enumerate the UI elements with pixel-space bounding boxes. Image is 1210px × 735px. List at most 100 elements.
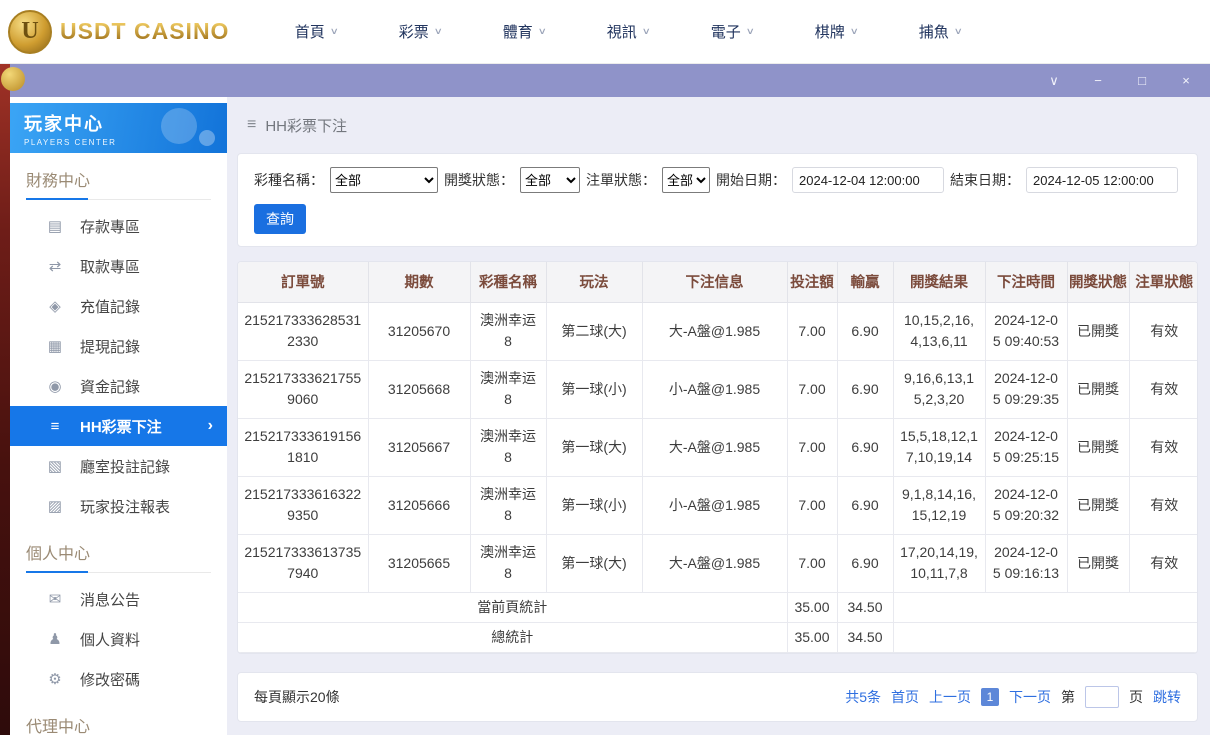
sidebar-item-funds-record[interactable]: ◉ 資金記錄 [10,366,227,406]
sidebar-item-hh-lottery-bets[interactable]: ≡ HH彩票下注 › [10,406,227,446]
draw-status-select[interactable]: 全部 [520,167,580,193]
jump-suffix-label: 页 [1129,688,1143,705]
end-date-input[interactable] [1026,167,1178,193]
table-row: 2152173336137357940 31205665 澳洲幸运8 第一球(大) 大-… [238,533,1197,593]
table-cell: 澳洲幸运8 [469,533,547,593]
sidebar-section-title: 個人中心 [26,540,211,573]
table-cell: 7.00 [786,359,838,419]
table-cell: 9,1,8,14,16,15,12,19 [892,475,986,535]
table-cell: 10,15,2,16,4,13,6,11 [892,301,986,361]
table-cell: 2024-12-05 09:40:53 [984,301,1068,361]
sidebar-header: 玩家中心 PLAYERS CENTER [10,103,227,153]
menu-icon[interactable]: ≡ [247,116,256,134]
page-jump-input[interactable] [1085,685,1119,708]
sidebar-item-change-password[interactable]: ⚙ 修改密碼 [10,659,227,699]
table-cell: 澳洲幸运8 [469,359,547,419]
sidebar-item-announcements[interactable]: ✉ 消息公告 [10,579,227,619]
table-cell: 31205668 [367,359,471,419]
table-cell: 2024-12-05 09:29:35 [984,359,1068,419]
chevron-down-icon: ∨ [745,26,755,36]
prev-page-link[interactable]: 上一页 [929,687,971,707]
players-center-subtitle: PLAYERS CENTER [24,138,117,147]
table-cell: 澳洲幸运8 [469,417,547,477]
chevron-down-icon: ∨ [849,26,859,36]
search-button[interactable]: 查詢 [254,204,306,234]
nav-item-2[interactable]: 彩票 ∨ [368,21,472,42]
nav-item-3[interactable]: 體育 ∨ [472,21,576,42]
nav-item-5[interactable]: 電子 ∨ [680,21,784,42]
window-dropdown-icon[interactable]: ∨ [1046,74,1062,87]
page: U USDT CASINO 首頁 ∨ 彩票 ∨ 體育 ∨ 視訊 ∨ 電子 ∨ 棋牌 ∨ 捕魚 ∨ ∨ − … [0,0,1210,735]
main-content: ≡ HH彩票下注 彩種名稱： 全部 開獎狀態： 全部 注單狀態： 全部 開始日期… [227,97,1210,735]
next-page-link[interactable]: 下一页 [1009,687,1051,707]
table-cell: 6.90 [836,417,894,477]
page-title: HH彩票下注 [265,117,348,135]
table-cell: 2152173336217559060 [238,359,369,419]
column-header: 投注額 [786,262,838,303]
sidebar-item-cashout-record[interactable]: ▦ 提現記錄 [10,326,227,366]
chevron-right-icon: › [207,417,213,434]
jump-prefix-label: 第 [1061,688,1075,705]
table-cell: 6.90 [836,301,894,361]
chevron-down-icon: ∨ [953,26,963,36]
table-cell: 第一球(小) [545,359,643,419]
start-date-input[interactable] [792,167,944,193]
background-logo-peek-icon [1,67,25,91]
summary-bet-total: 35.00 [786,591,838,623]
current-page-badge[interactable]: 1 [981,687,999,706]
sidebar-item-hall-bet-records[interactable]: ▧ 廳室投註記錄 [10,446,227,486]
table-cell: 2024-12-05 09:25:15 [984,417,1068,477]
column-header: 玩法 [545,262,643,303]
lottery-bets-icon: ≡ [50,417,60,435]
jump-button[interactable]: 跳转 [1153,687,1181,707]
nav-item-label: 彩票 [398,24,429,41]
nav-item-1[interactable]: 首頁 ∨ [264,21,368,42]
sidebar-sections: 財務中心 ▤ 存款專區 ⇄ 取款專區 ◈ 充值記錄 ▦ 提現記錄 ◉ 資金記錄 ≡ HH彩票下注 › ▧ 廳室… [10,167,227,735]
table-cell: 有效 [1128,301,1197,361]
sidebar-section-title: 財務中心 [26,167,211,200]
lottery-name-label: 彩種名稱： [254,172,324,188]
logo-text: USDT CASINO [60,18,230,44]
nav-item-7[interactable]: 捕魚 ∨ [888,21,992,42]
table-cell: 2152173336191561810 [238,417,369,477]
window-maximize-icon[interactable]: □ [1134,74,1150,87]
announcement-icon: ✉ [48,591,62,608]
table-cell: 有效 [1128,533,1197,593]
table-cell: 31205670 [367,301,471,361]
funds-record-icon: ◉ [48,378,62,395]
sidebar: 玩家中心 PLAYERS CENTER 財務中心 ▤ 存款專區 ⇄ 取款專區 ◈ 充值記錄 ▦… [10,97,227,735]
sidebar-item-label: 個人資料 [80,631,141,649]
table-cell: 有效 [1128,417,1197,477]
app-window: ∨ − □ × 玩家中心 PLAYERS CENTER 財務中心 ▤ 存款專區 ⇄ 取款… [10,64,1210,735]
sidebar-item-deposit[interactable]: ▤ 存款專區 [10,206,227,246]
breadcrumb: ≡ HH彩票下注 [237,97,1198,153]
nav-item-4[interactable]: 視訊 ∨ [576,21,680,42]
lottery-name-select[interactable]: 全部 [330,167,438,193]
table-cell: 已開獎 [1066,301,1130,361]
first-page-link[interactable]: 首页 [891,687,919,707]
sidebar-item-label: 充值記錄 [80,298,141,316]
nav-item-6[interactable]: 棋牌 ∨ [784,21,888,42]
sidebar-item-label: 消息公告 [80,591,141,609]
chevron-down-icon: ∨ [641,26,651,36]
sidebar-item-withdraw[interactable]: ⇄ 取款專區 [10,246,227,286]
sidebar-section-items: ▤ 存款專區 ⇄ 取款專區 ◈ 充值記錄 ▦ 提現記錄 ◉ 資金記錄 ≡ HH彩票下注 › ▧ 廳室投註記錄… [10,206,227,526]
sidebar-item-recharge-record[interactable]: ◈ 充值記錄 [10,286,227,326]
site-logo[interactable]: U USDT CASINO [8,9,234,54]
table-cell: 15,5,18,12,17,10,19,14 [892,417,986,477]
window-close-icon[interactable]: × [1178,74,1194,87]
table-cell: 2152173336163229350 [238,475,369,535]
sidebar-item-profile[interactable]: ♟ 個人資料 [10,619,227,659]
sidebar-item-label: 資金記錄 [80,378,141,396]
sidebar-section-items: ✉ 消息公告 ♟ 個人資料 ⚙ 修改密碼 [10,579,227,699]
table-cell: 已開獎 [1066,359,1130,419]
filter-row: 彩種名稱： 全部 開獎狀態： 全部 注單狀態： 全部 開始日期： 2024-12… [254,167,1181,193]
sidebar-item-player-bet-report[interactable]: ▨ 玩家投注報表 [10,486,227,526]
sidebar-item-label: 玩家投注報表 [80,498,171,516]
column-header: 訂單號 [238,262,369,303]
column-header: 注單狀態 [1128,262,1197,303]
window-minimize-icon[interactable]: − [1090,74,1106,87]
column-header: 輸贏 [836,262,894,303]
order-status-select[interactable]: 全部 [662,167,710,193]
table-cell: 31205665 [367,533,471,593]
